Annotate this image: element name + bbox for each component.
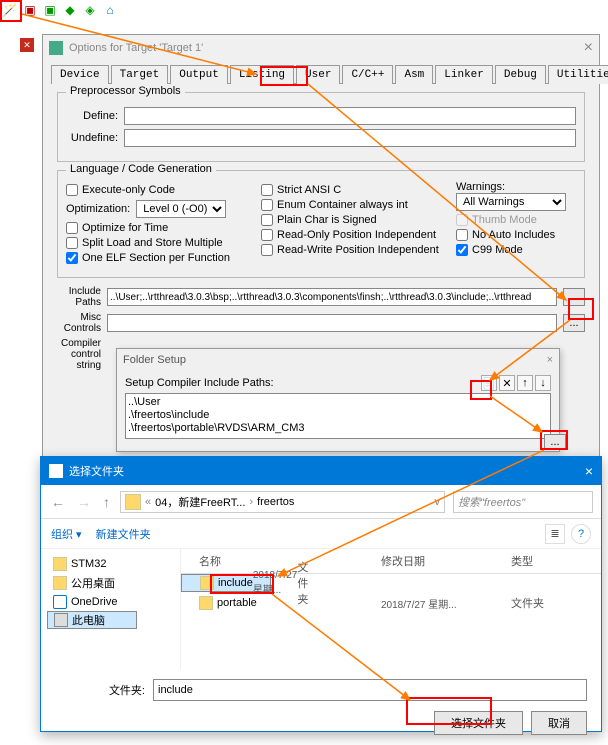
path-item[interactable]: .\freertos\portable\RVDS\ARM_CM3 xyxy=(128,422,548,435)
help-icon[interactable]: ? xyxy=(571,524,591,544)
tab-target[interactable]: Target xyxy=(111,65,169,84)
folder-setup-dialog: Folder Setup × Setup Compiler Include Pa… xyxy=(116,348,560,452)
organize-menu[interactable]: 组织 ▾ xyxy=(51,526,82,542)
batch-icon[interactable]: ◈ xyxy=(82,2,98,18)
search-input[interactable]: 搜索"freertos" xyxy=(453,491,593,513)
folder-icon xyxy=(125,494,141,510)
tree-item[interactable]: 此电脑 xyxy=(47,611,137,629)
dialog-title: Options for Target 'Target 1' xyxy=(69,42,203,54)
folder-icon xyxy=(53,595,67,609)
file-list[interactable]: 名称 修改日期 类型 include2018/7/27 星期...文件夹port… xyxy=(181,549,601,669)
tab-asm[interactable]: Asm xyxy=(395,65,433,84)
tree-item[interactable]: 公用桌面 xyxy=(47,573,174,593)
tab-linker[interactable]: Linker xyxy=(435,65,493,84)
dialog-title-bar: Options for Target 'Target 1' × xyxy=(43,35,599,61)
picker-title: 选择文件夹 xyxy=(69,463,124,479)
warnings-select[interactable]: All Warnings xyxy=(456,193,566,211)
optimization-select[interactable]: Level 0 (-O0) xyxy=(136,200,226,218)
back-icon[interactable]: ← xyxy=(49,492,67,512)
breadcrumb[interactable]: « 04，新建FreeRT...› freertos v xyxy=(120,491,445,513)
tab-utilities[interactable]: Utilities xyxy=(548,65,608,84)
view-icon[interactable]: ≣ xyxy=(545,524,565,544)
rebuild-icon[interactable]: ▣ xyxy=(42,2,58,18)
include-paths-input[interactable] xyxy=(107,288,557,306)
nav-tree[interactable]: STM32公用桌面OneDrive此电脑 xyxy=(41,549,181,669)
c99-check[interactable]: C99 Mode xyxy=(456,244,576,256)
cancel-button[interactable]: 取消 xyxy=(531,711,587,735)
folder-icon xyxy=(54,613,68,627)
one-elf-check[interactable]: One ELF Section per Function xyxy=(66,252,245,264)
tree-item[interactable]: STM32 xyxy=(47,555,174,573)
folder-icon xyxy=(53,576,67,590)
close-icon[interactable]: × xyxy=(547,354,553,366)
ro-pos-check[interactable]: Read-Only Position Independent xyxy=(261,229,440,241)
exec-only-check[interactable]: Execute-only Code xyxy=(66,184,245,196)
tab-cc[interactable]: C/C++ xyxy=(342,65,393,84)
enum-check[interactable]: Enum Container always int xyxy=(261,199,440,211)
list-item[interactable]: portable2018/7/27 星期...文件夹 xyxy=(181,592,601,614)
folder-setup-title: Folder Setup xyxy=(123,354,186,366)
close-icon[interactable]: ✕ xyxy=(20,38,34,52)
move-down-icon[interactable]: ↓ xyxy=(535,375,551,391)
path-item[interactable]: .\freertos\include xyxy=(128,409,548,422)
folder-picker-dialog: 选择文件夹 × ← → ↑ « 04，新建FreeRT...› freertos… xyxy=(40,456,602,732)
folder-icon xyxy=(53,557,67,571)
tab-output[interactable]: Output xyxy=(170,65,228,84)
define-input[interactable] xyxy=(124,107,576,125)
rw-pos-check[interactable]: Read-Write Position Independent xyxy=(261,244,440,256)
delete-icon[interactable]: ✕ xyxy=(499,375,515,391)
close-icon[interactable]: × xyxy=(585,463,593,479)
strict-check[interactable]: Strict ANSI C xyxy=(261,184,440,196)
up-icon[interactable]: ↑ xyxy=(101,492,112,512)
folder-icon xyxy=(199,596,213,610)
opt-time-check[interactable]: Optimize for Time xyxy=(66,222,245,234)
app-icon xyxy=(49,41,63,55)
move-up-icon[interactable]: ↑ xyxy=(517,375,533,391)
new-folder-button[interactable]: 新建文件夹 xyxy=(96,526,151,542)
close-icon[interactable]: × xyxy=(584,39,593,57)
load-icon[interactable]: ◆ xyxy=(62,2,78,18)
preprocessor-group: Preprocessor Symbols Define: Undefine: xyxy=(57,92,585,162)
build-icon[interactable]: ▣ xyxy=(22,2,38,18)
folder-name-input[interactable]: include xyxy=(153,679,587,701)
noauto-check[interactable]: No Auto Includes xyxy=(456,229,576,241)
forward-icon: → xyxy=(75,492,93,512)
thumb-check: Thumb Mode xyxy=(456,214,576,226)
misc-input[interactable] xyxy=(107,314,557,332)
plain-check[interactable]: Plain Char is Signed xyxy=(261,214,440,226)
split-check[interactable]: Split Load and Store Multiple xyxy=(66,237,245,249)
tab-device[interactable]: Device xyxy=(51,65,109,84)
tab-bar: DeviceTargetOutputListingUserC/C++AsmLin… xyxy=(51,65,591,84)
language-group: Language / Code Generation Execute-only … xyxy=(57,170,585,278)
undefine-input[interactable] xyxy=(124,129,576,147)
home-icon[interactable]: ⌂ xyxy=(102,2,118,18)
app-icon xyxy=(49,464,63,478)
tree-item[interactable]: OneDrive xyxy=(47,593,174,611)
tab-debug[interactable]: Debug xyxy=(495,65,546,84)
